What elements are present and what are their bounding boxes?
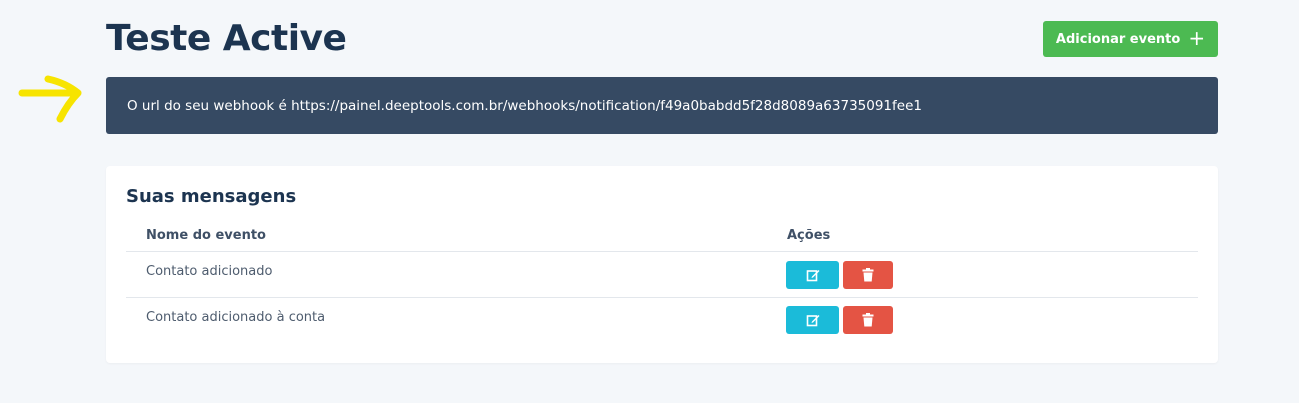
trash-icon [862,313,874,327]
divider [126,251,1198,252]
arrow-icon [18,75,82,123]
messages-card: Suas mensagens Nome do evento Ações Cont… [106,166,1218,363]
edit-icon [806,315,819,327]
webhook-url-text: O url do seu webhook é https://painel.de… [127,97,922,114]
trash-icon [862,268,874,282]
add-event-button[interactable]: Adicionar evento + [1043,21,1218,57]
plus-icon: + [1188,26,1206,50]
edit-button[interactable] [786,261,839,289]
divider [126,297,1198,298]
event-name: Contato adicionado à conta [146,310,326,325]
delete-button[interactable] [843,261,893,289]
event-name: Contato adicionado [146,264,273,279]
messages-title: Suas mensagens [126,186,297,207]
column-header-name: Nome do evento [146,228,266,243]
add-event-label: Adicionar evento [1055,31,1181,47]
column-header-actions: Ações [787,228,831,243]
page-title: Teste Active [106,18,347,59]
delete-button[interactable] [843,306,893,334]
edit-button[interactable] [786,306,839,334]
edit-icon [806,270,819,282]
webhook-url-banner: O url do seu webhook é https://painel.de… [106,77,1218,134]
